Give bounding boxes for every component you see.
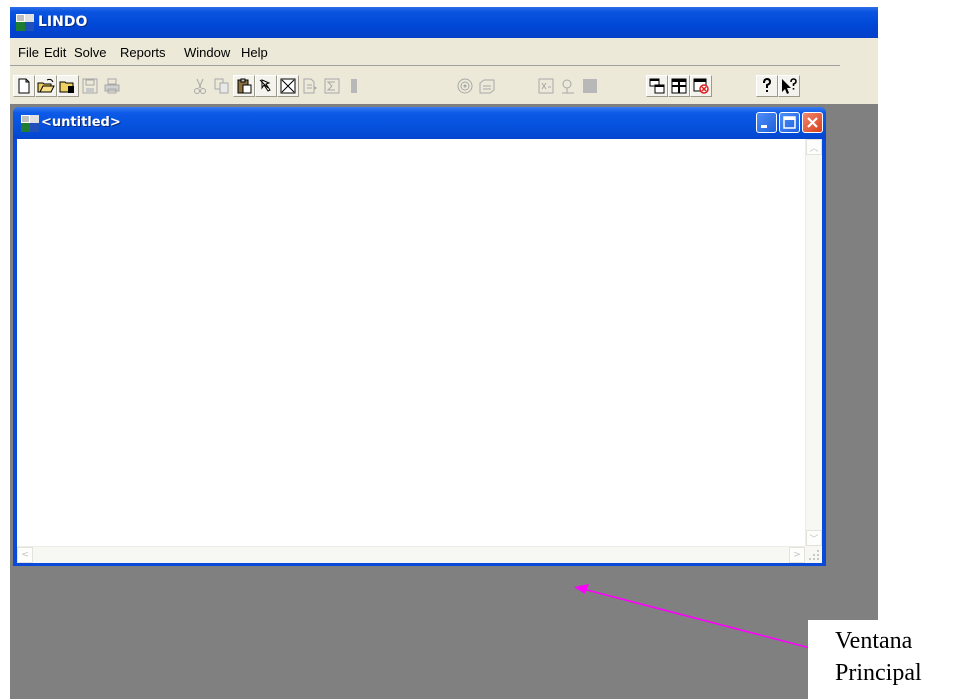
lindo-app-icon bbox=[16, 14, 34, 31]
chevron-left-icon: < bbox=[21, 550, 29, 560]
chevron-down-icon: ﹀ bbox=[809, 534, 819, 545]
cascade-button[interactable] bbox=[646, 75, 668, 97]
resize-grip[interactable] bbox=[805, 546, 822, 563]
options-button[interactable] bbox=[476, 75, 498, 97]
menu-help[interactable]: Help bbox=[241, 45, 268, 60]
cut-icon bbox=[194, 78, 206, 94]
untitled-document-window: <untitled> ︿ ﹀ < > bbox=[13, 107, 826, 566]
lindo-app-window: LINDO File Edit Solve Reports Window Hel… bbox=[10, 7, 878, 699]
compile-button[interactable] bbox=[343, 75, 365, 97]
solve-icon bbox=[457, 78, 473, 94]
horizontal-scrollbar[interactable]: < > bbox=[17, 546, 805, 563]
help-icon bbox=[763, 77, 772, 92]
close-icon bbox=[807, 117, 818, 128]
save-icon bbox=[82, 78, 98, 94]
chevron-up-icon: ︿ bbox=[809, 143, 819, 154]
solution-icon bbox=[538, 78, 554, 94]
context-help-icon bbox=[782, 78, 797, 94]
resize-grip-icon bbox=[809, 550, 819, 560]
stop-button[interactable] bbox=[579, 75, 601, 97]
copy-button[interactable] bbox=[211, 75, 233, 97]
menu-window[interactable]: Window bbox=[184, 45, 230, 60]
copy-icon bbox=[214, 78, 229, 94]
menu-file[interactable]: File bbox=[18, 45, 39, 60]
toolbar bbox=[10, 67, 878, 104]
menu-reports[interactable]: Reports bbox=[120, 45, 166, 60]
save-button[interactable] bbox=[79, 75, 101, 97]
maximize-icon bbox=[783, 116, 796, 129]
view-icon bbox=[59, 81, 74, 93]
menu-bar: File Edit Solve Reports Window Help bbox=[10, 38, 878, 67]
cascade-icon bbox=[649, 78, 665, 94]
open-button[interactable] bbox=[35, 75, 57, 97]
solution-button[interactable] bbox=[535, 75, 557, 97]
tile-icon bbox=[671, 78, 687, 94]
compile-icon bbox=[351, 79, 357, 93]
help-button[interactable] bbox=[756, 75, 778, 97]
scroll-right-button[interactable]: > bbox=[789, 547, 805, 563]
menu-solve[interactable]: Solve bbox=[74, 45, 107, 60]
paste-icon bbox=[237, 78, 252, 94]
sigma-icon bbox=[324, 78, 340, 94]
close-all-button[interactable] bbox=[690, 75, 712, 97]
maximize-button[interactable] bbox=[779, 112, 800, 133]
sigma-button[interactable] bbox=[321, 75, 343, 97]
close-all-icon bbox=[693, 78, 709, 94]
annotation-line-1: Ventana bbox=[835, 628, 913, 654]
document-title: <untitled> bbox=[41, 115, 121, 130]
menu-divider bbox=[10, 65, 840, 66]
solve-button[interactable] bbox=[454, 75, 476, 97]
scroll-left-button[interactable]: < bbox=[17, 547, 33, 563]
close-button[interactable] bbox=[802, 112, 823, 133]
minimize-icon bbox=[761, 125, 767, 128]
new-icon bbox=[18, 78, 30, 94]
stop-icon bbox=[583, 79, 597, 93]
print-button[interactable] bbox=[101, 75, 123, 97]
vertical-scrollbar[interactable]: ︿ ﹀ bbox=[805, 139, 822, 546]
tile-button[interactable] bbox=[668, 75, 690, 97]
clear-icon bbox=[280, 78, 296, 94]
find-icon bbox=[259, 79, 271, 92]
chevron-right-icon: > bbox=[793, 550, 801, 560]
view-button[interactable] bbox=[57, 75, 79, 97]
open-icon bbox=[37, 78, 55, 93]
annotation-label: Ventana Principal bbox=[808, 620, 953, 699]
new-button[interactable] bbox=[13, 75, 35, 97]
go-to-line-icon bbox=[303, 78, 317, 94]
editor-area[interactable]: ︿ ﹀ < > bbox=[17, 139, 822, 563]
paste-button[interactable] bbox=[233, 75, 255, 97]
options-icon bbox=[479, 79, 495, 94]
find-button[interactable] bbox=[255, 75, 277, 97]
picture-icon bbox=[562, 79, 574, 94]
scroll-down-button[interactable]: ﹀ bbox=[806, 530, 822, 546]
annotation-line-2: Principal bbox=[835, 660, 922, 686]
scroll-up-button[interactable]: ︿ bbox=[806, 139, 822, 155]
document-title-bar[interactable]: <untitled> bbox=[13, 107, 826, 139]
app-title-bar[interactable]: LINDO bbox=[10, 7, 878, 38]
cut-button[interactable] bbox=[189, 75, 211, 97]
go-to-line-button[interactable] bbox=[299, 75, 321, 97]
print-icon bbox=[104, 78, 120, 94]
clear-button[interactable] bbox=[277, 75, 299, 97]
document-icon bbox=[21, 115, 39, 132]
menu-edit[interactable]: Edit bbox=[44, 45, 66, 60]
minimize-button[interactable] bbox=[756, 112, 777, 133]
context-help-button[interactable] bbox=[778, 75, 800, 97]
app-title: LINDO bbox=[38, 14, 88, 30]
picture-button[interactable] bbox=[557, 75, 579, 97]
